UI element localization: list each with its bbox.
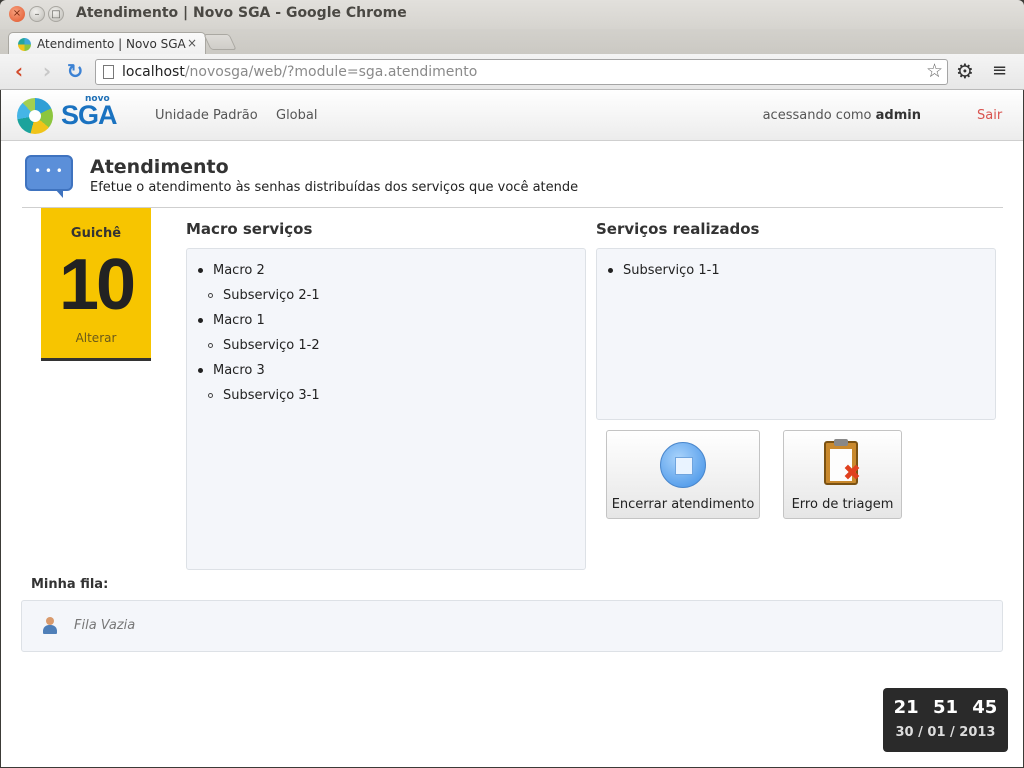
forward-icon[interactable]: › (36, 60, 58, 82)
bullet-icon (198, 368, 203, 373)
macro-services-title: Macro serviços (186, 220, 313, 238)
bookmark-star-icon[interactable]: ☆ (926, 60, 943, 82)
macro-label: Macro 1 (213, 313, 265, 328)
bullet-icon (608, 268, 613, 273)
page-icon (103, 65, 114, 79)
bullet-icon (198, 318, 203, 323)
stop-icon (660, 442, 706, 488)
url-host: localhost (122, 64, 185, 80)
browser-tab[interactable]: Atendimento | Novo SGA × (8, 32, 206, 55)
header-divider (22, 207, 1003, 208)
clipboard-clip (834, 439, 848, 446)
user-name: admin (875, 108, 921, 123)
guiche-number: 10 (58, 245, 136, 325)
list-item-subservice[interactable]: Subserviço 1-2 (208, 338, 320, 353)
queue-empty-text: Fila Vazia (74, 618, 136, 633)
queue-panel: Fila Vazia (21, 600, 1003, 652)
guiche-card: Guichê 10 Alterar (41, 208, 151, 361)
page-subtitle: Efetue o atendimento às senhas distribuí… (90, 180, 579, 195)
reload-icon[interactable]: ↻ (64, 60, 86, 82)
list-item-macro[interactable]: Macro 1 (198, 313, 265, 328)
person-body (43, 625, 57, 634)
chat-bubble-icon (25, 155, 73, 198)
end-service-label: Encerrar atendimento (611, 497, 755, 512)
macro-label: Macro 3 (213, 363, 265, 378)
user-info: acessando como admin (763, 108, 921, 123)
clock-date: 30 / 01 / 2013 (895, 725, 996, 740)
guiche-change-link[interactable]: Alterar (41, 331, 151, 345)
done-service-label: Subserviço 1-1 (623, 263, 720, 278)
tab-close-icon[interactable]: × (187, 36, 197, 50)
page-viewport: novo SGA Unidade Padrão Global acessando… (1, 90, 1023, 767)
logo-big-text: SGA (61, 100, 118, 130)
window-minimize-button[interactable]: – (29, 6, 45, 22)
person-head (46, 617, 54, 625)
back-icon[interactable]: ‹ (8, 60, 30, 82)
list-item-macro[interactable]: Macro 3 (198, 363, 265, 378)
menu-icon[interactable]: ≡ (992, 60, 1007, 81)
list-item-done-service[interactable]: Subserviço 1-1 (608, 263, 720, 278)
x-mark-icon: ✖ (842, 461, 862, 486)
window-title: Atendimento | Novo SGA - Google Chrome (76, 5, 407, 21)
services-done-title: Serviços realizados (596, 220, 760, 238)
services-done-panel: Subserviço 1-1 (596, 248, 996, 420)
url-path: /novosga/web/?module=sga.atendimento (184, 64, 478, 80)
logout-link[interactable]: Sair (977, 108, 1002, 123)
subservice-label: Subserviço 1-2 (223, 338, 320, 353)
favicon-icon (18, 38, 31, 51)
window-maximize-button[interactable]: □ (48, 6, 64, 22)
nav-unit-link[interactable]: Unidade Padrão (155, 108, 258, 123)
address-bar[interactable]: localhost/novosga/web/?module=sga.atendi… (95, 59, 948, 85)
window-titlebar: × – □ Atendimento | Novo SGA - Google Ch… (0, 0, 1024, 29)
queue-label: Minha fila: (31, 577, 109, 592)
macro-services-panel: Macro 2 Subserviço 2-1 Macro 1 Subserviç… (186, 248, 586, 570)
triage-error-label: Erro de triagem (791, 497, 894, 512)
list-item-macro[interactable]: Macro 2 (198, 263, 265, 278)
person-icon (42, 617, 58, 635)
user-prefix: acessando como (762, 108, 872, 123)
browser-toolbar: ‹ › ↻ localhost/novosga/web/?module=sga.… (0, 54, 1024, 90)
subservice-label: Subserviço 3-1 (223, 388, 320, 403)
tab-strip: Atendimento | Novo SGA × (0, 29, 1024, 55)
list-item-subservice[interactable]: Subserviço 3-1 (208, 388, 320, 403)
settings-gear-icon[interactable]: ⚙ (956, 59, 974, 83)
bullet-icon (198, 268, 203, 273)
guiche-label: Guichê (70, 226, 122, 241)
app-header: novo SGA Unidade Padrão Global acessando… (1, 90, 1023, 141)
macro-label: Macro 2 (213, 263, 265, 278)
end-service-button[interactable]: Encerrar atendimento (606, 430, 760, 519)
subservice-label: Subserviço 2-1 (223, 288, 320, 303)
triage-error-button[interactable]: ✖ Erro de triagem (783, 430, 902, 519)
tab-title: Atendimento | Novo SGA (37, 37, 186, 51)
list-item-subservice[interactable]: Subserviço 2-1 (208, 288, 320, 303)
clipboard-error-icon: ✖ (824, 439, 861, 486)
page-title: Atendimento (90, 156, 229, 178)
clock-widget: 21 51 45 30 / 01 / 2013 (883, 688, 1008, 752)
window-close-button[interactable]: × (9, 6, 25, 22)
bullet-icon (208, 293, 213, 298)
bullet-icon (208, 343, 213, 348)
nav-global-link[interactable]: Global (276, 108, 317, 123)
clock-time: 21 51 45 (893, 697, 998, 718)
url-text: localhost/novosga/web/?module=sga.atendi… (122, 64, 477, 80)
bullet-icon (208, 393, 213, 398)
logo-swirl-icon (17, 98, 53, 134)
new-tab-button[interactable] (203, 34, 237, 50)
sga-logo[interactable]: novo SGA (17, 94, 127, 137)
